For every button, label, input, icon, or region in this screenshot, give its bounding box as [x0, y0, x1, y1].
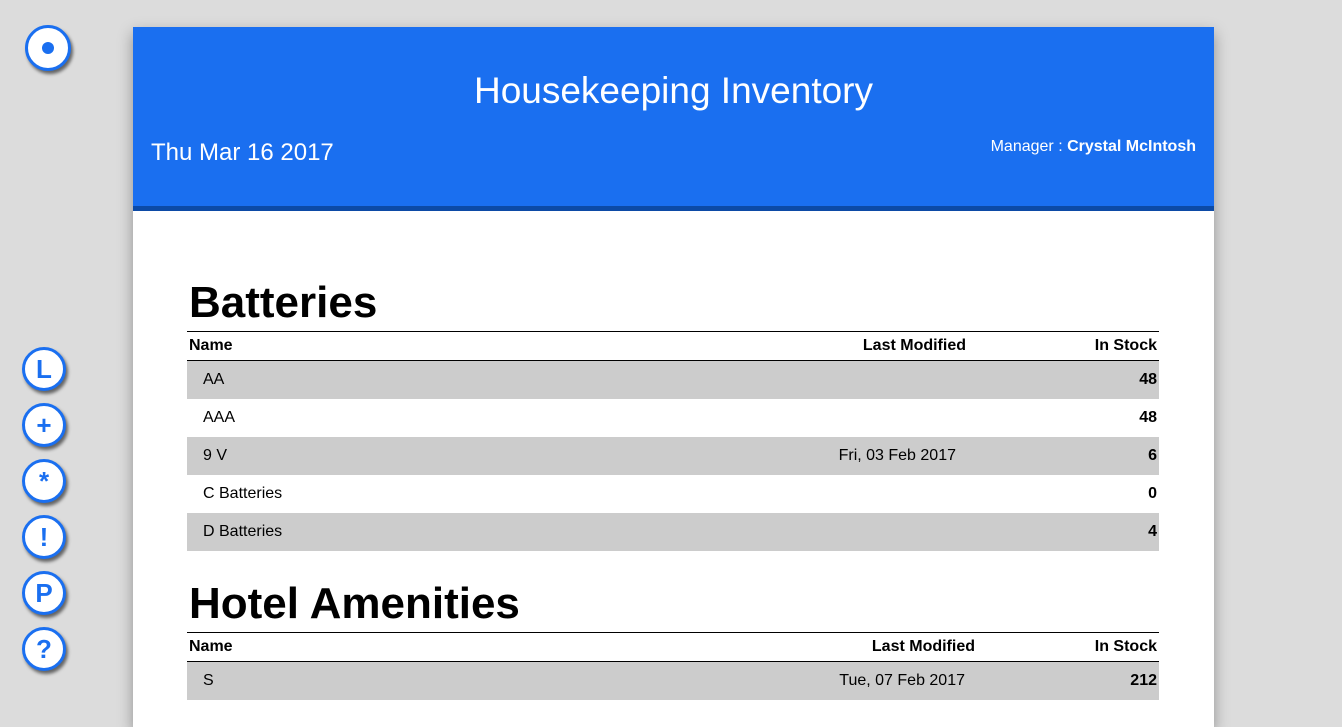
- item-name: C Batteries: [203, 485, 283, 502]
- item-stock: 6: [968, 437, 1159, 475]
- item-modified: [771, 399, 968, 437]
- item-name: AA: [187, 360, 771, 399]
- section-title: Batteries: [189, 278, 378, 327]
- item-stock: 4: [968, 513, 1159, 551]
- item-name: D Batteries: [187, 513, 771, 551]
- dot-icon: [42, 42, 54, 54]
- column-header-last-modified: Last Modified: [771, 331, 968, 361]
- item-modified: Tue, 07 Feb 2017: [780, 661, 977, 700]
- item-name: 9 V: [187, 437, 771, 475]
- table-row[interactable]: 9 V Fri, 03 Feb 2017 6: [187, 437, 1159, 475]
- column-header-last-modified: Last Modified: [780, 632, 977, 662]
- item-stock: 48: [1139, 409, 1157, 426]
- report-date: Thu Mar 16 2017: [151, 139, 334, 166]
- print-button[interactable]: P: [22, 571, 66, 615]
- table-row[interactable]: D Batteries 4: [187, 513, 1159, 551]
- item-modified: [771, 360, 968, 399]
- manager-label: Manager :: [990, 138, 1068, 155]
- column-header-name: Name: [187, 632, 780, 662]
- page-title: Housekeeping Inventory: [473, 70, 874, 111]
- inventory-page: Housekeeping Inventory Thu Mar 16 2017 M…: [133, 27, 1214, 727]
- table-row[interactable]: S Tue, 07 Feb 2017 212: [187, 661, 1159, 700]
- column-header-in-stock: In Stock: [968, 331, 1159, 361]
- add-button[interactable]: +: [22, 403, 66, 447]
- page-header: Housekeeping Inventory Thu Mar 16 2017 M…: [133, 27, 1214, 211]
- section-batteries: Batteries: [187, 281, 377, 325]
- item-modified: [771, 475, 968, 513]
- item-modified: Fri, 03 Feb 2017: [771, 437, 968, 475]
- table-row[interactable]: AAA 48: [187, 399, 1159, 437]
- section-title: Hotel Amenities: [189, 579, 520, 628]
- item-name: AAA: [203, 409, 236, 426]
- item-stock: 212: [977, 661, 1159, 700]
- section-hotel-amenities: Hotel Amenities: [187, 582, 520, 626]
- record-button[interactable]: [25, 25, 71, 71]
- manager-name: Crystal McIntosh: [1067, 138, 1196, 155]
- item-stock: 0: [1148, 485, 1157, 502]
- hotel-amenities-table: Name Last Modified In Stock S Tue, 07 Fe…: [187, 632, 1159, 700]
- manager-info: Manager : Crystal McIntosh: [991, 138, 1196, 156]
- asterisk-button[interactable]: *: [22, 459, 66, 503]
- item-modified: [771, 513, 968, 551]
- column-header-in-stock: In Stock: [977, 632, 1159, 662]
- item-stock: 48: [968, 360, 1159, 399]
- l-button[interactable]: L: [22, 347, 66, 391]
- table-row[interactable]: C Batteries 0: [187, 475, 1159, 513]
- help-button[interactable]: ?: [22, 627, 66, 671]
- batteries-table: Name Last Modified In Stock AA 48 AAA 48: [187, 331, 1159, 551]
- column-header-name: Name: [187, 331, 771, 361]
- alert-button[interactable]: !: [22, 515, 66, 559]
- item-name: S: [187, 661, 780, 700]
- table-row[interactable]: AA 48: [187, 360, 1159, 399]
